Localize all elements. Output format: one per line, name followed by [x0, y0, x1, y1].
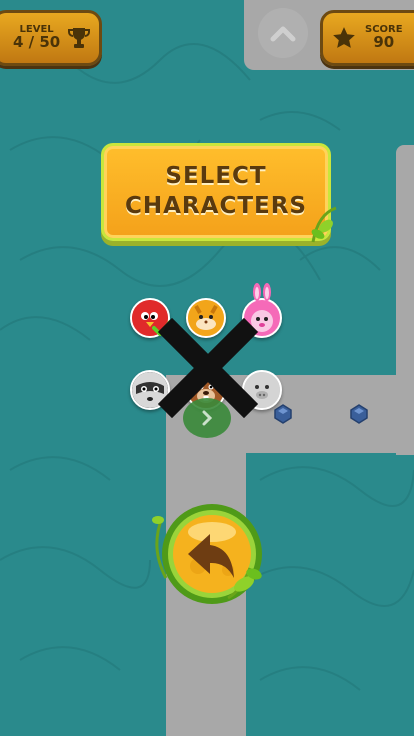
scroll-up-button[interactable]: [258, 8, 308, 58]
select-characters-banner: SELECT CHARACTERS: [101, 143, 337, 243]
banner-line-2: CHARACTERS: [125, 193, 307, 219]
next-button[interactable]: [183, 398, 231, 438]
trophy-icon: [68, 28, 91, 48]
gem-icon: [350, 404, 368, 424]
chevron-up-icon: [270, 26, 296, 42]
bunny-ears: [253, 283, 271, 301]
banner-line-1: SELECT: [165, 163, 267, 190]
star-icon: [333, 27, 355, 48]
level-panel: LEVEL 4 / 50: [0, 10, 102, 66]
level-value: 4 / 50: [13, 33, 61, 52]
gem-icon: [274, 404, 292, 424]
score-value: 90: [373, 33, 395, 52]
score-panel: SCORE 90: [320, 10, 414, 66]
back-button[interactable]: [150, 498, 270, 610]
leaf-icon: [311, 206, 337, 243]
chevron-right-icon: [202, 410, 213, 426]
